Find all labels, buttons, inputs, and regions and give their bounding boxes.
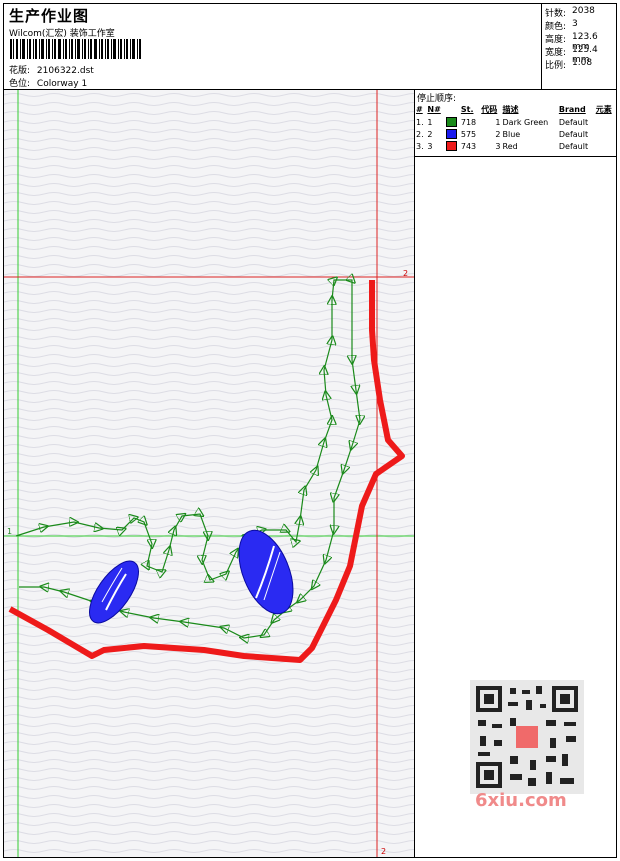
barcode bbox=[10, 39, 141, 59]
colors-label: 颜色: bbox=[545, 22, 567, 32]
row-desc: Blue bbox=[502, 129, 521, 139]
col-header: 元素 bbox=[595, 105, 612, 114]
row-code: 1 bbox=[495, 117, 501, 127]
col-header: 描述 bbox=[502, 105, 519, 114]
table-row: 1. 1 718 1 Dark Green Default bbox=[415, 116, 616, 128]
stitches-label: 针数: bbox=[545, 9, 567, 19]
row-num: 3. bbox=[416, 141, 424, 151]
frame-marker-top: 2 bbox=[403, 269, 408, 278]
table-row: 2. 2 575 2 Blue Default bbox=[415, 128, 616, 140]
row-element bbox=[595, 128, 616, 140]
colorway-label: 色位: bbox=[9, 79, 31, 89]
swatch-blue bbox=[445, 129, 457, 139]
col-header: Brand bbox=[558, 105, 586, 114]
row-brand: Default bbox=[558, 129, 589, 139]
col-header: 代码 bbox=[481, 105, 498, 114]
qr-logo bbox=[516, 726, 538, 748]
frame-marker-bottom: 2 bbox=[381, 847, 386, 856]
guide-marker-left: 1 bbox=[7, 527, 12, 536]
width-label: 宽度: bbox=[545, 48, 567, 58]
height-label: 高度: bbox=[545, 35, 567, 45]
col-header: St. bbox=[460, 105, 474, 114]
row-stop: 743 bbox=[460, 141, 477, 151]
scale-value: 1.08 bbox=[572, 58, 593, 68]
colorway-value: Colorway 1 bbox=[36, 79, 88, 89]
col-header: N# bbox=[427, 105, 441, 114]
swatch-green bbox=[445, 117, 457, 127]
row-n: 1 bbox=[427, 117, 433, 127]
row-n: 2 bbox=[427, 129, 433, 139]
col-header bbox=[445, 103, 460, 116]
fabric-texture bbox=[4, 90, 414, 857]
design-file-line: 花版: 2106322.dst bbox=[9, 63, 94, 76]
row-num: 2. bbox=[416, 129, 424, 139]
color-swatch bbox=[445, 116, 460, 128]
watermark: 6xiu.com bbox=[475, 790, 567, 811]
design-value: 2106322.dst bbox=[36, 66, 94, 76]
row-element bbox=[595, 116, 616, 128]
stats-panel: 针数: 2038 颜色: 3 高度: 123.6 mm 宽度: 125.4 mm… bbox=[541, 4, 617, 89]
row-stop: 575 bbox=[460, 129, 477, 139]
page-title: 生产作业图 bbox=[9, 7, 90, 25]
qr-code bbox=[470, 680, 584, 794]
col-header: # bbox=[416, 105, 423, 114]
color-sequence-table: # N# St. 代码 描述 Brand 元素 1. 1 718 1 Dark … bbox=[415, 103, 616, 152]
table-row: 3. 3 743 3 Red Default bbox=[415, 140, 616, 152]
color-swatch bbox=[445, 128, 460, 140]
colors-value: 3 bbox=[572, 19, 578, 29]
row-stop: 718 bbox=[460, 117, 477, 127]
design-canvas: 2 2 1 bbox=[4, 90, 415, 857]
row-brand: Default bbox=[558, 141, 589, 151]
color-swatch bbox=[445, 140, 460, 152]
colorway-line: 色位: Colorway 1 bbox=[9, 76, 87, 89]
row-element bbox=[595, 140, 616, 152]
design-label: 花版: bbox=[9, 66, 31, 76]
row-desc: Red bbox=[502, 141, 518, 151]
row-code: 2 bbox=[495, 129, 501, 139]
header: 生产作业图 Wilcom(汇宏) 装饰工作室 花版: 2106322.dst 色… bbox=[4, 4, 616, 90]
row-brand: Default bbox=[558, 117, 589, 127]
row-n: 3 bbox=[427, 141, 433, 151]
company-name: Wilcom(汇宏) 装饰工作室 bbox=[9, 29, 115, 39]
scale-label: 比例: bbox=[545, 61, 567, 71]
row-num: 1. bbox=[416, 117, 424, 127]
panel-divider bbox=[415, 156, 616, 157]
row-desc: Dark Green bbox=[502, 117, 549, 127]
stitches-value: 2038 bbox=[572, 6, 595, 16]
row-code: 3 bbox=[495, 141, 501, 151]
swatch-red bbox=[445, 141, 457, 151]
design-preview: 2 2 1 bbox=[4, 90, 414, 857]
